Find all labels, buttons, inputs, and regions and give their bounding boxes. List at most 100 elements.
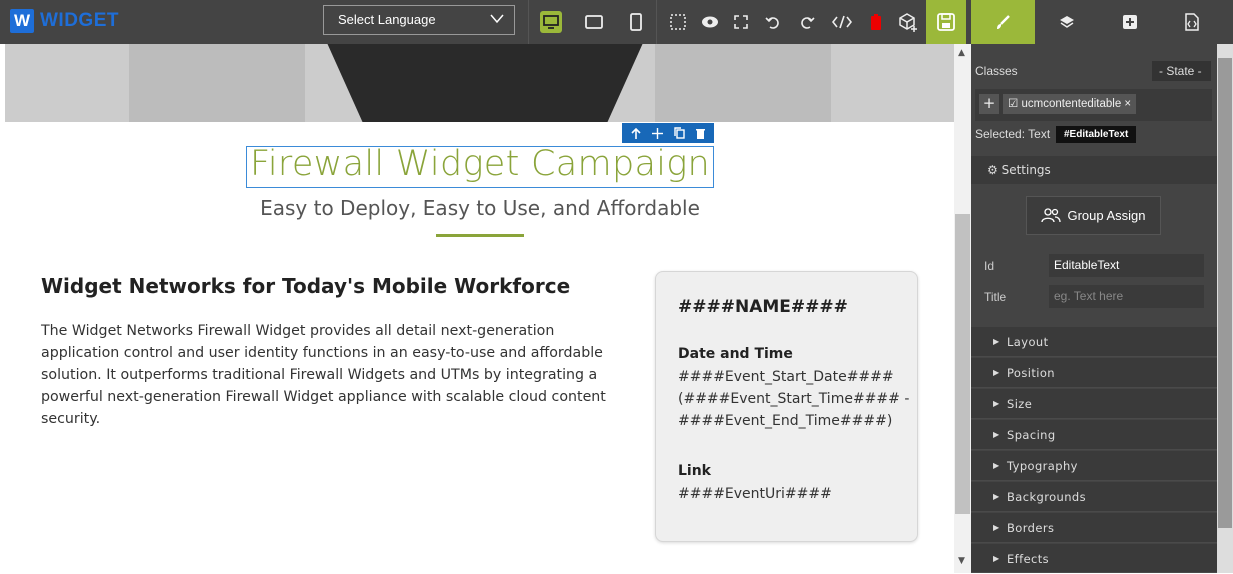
save-button[interactable] [926, 0, 966, 44]
selected-label: Selected: Text [975, 127, 1051, 141]
toolbar-divider [656, 0, 657, 44]
id-input[interactable]: EditableText [1049, 254, 1204, 277]
settings-header[interactable]: ⚙ Settings [971, 156, 1217, 184]
state-select[interactable]: - State - [1152, 61, 1211, 81]
caret-right-icon: ▶ [993, 461, 1000, 470]
sector-backgrounds[interactable]: ▶ Backgrounds [971, 482, 1217, 512]
component-toolbar [622, 123, 714, 143]
canvas-scrollbar[interactable]: ▲ ▼ [954, 44, 971, 573]
section-heading[interactable]: Widget Networks for Today's Mobile Workf… [41, 274, 570, 298]
title-divider [436, 234, 524, 237]
chevron-down-icon [490, 14, 504, 24]
logo-wordmark: WIDGET [40, 10, 119, 31]
caret-right-icon: ▶ [993, 554, 1000, 563]
campaign-subtitle[interactable]: Easy to Deploy, Easy to Use, and Afforda… [180, 196, 780, 220]
import-button[interactable] [894, 0, 922, 44]
undo-button[interactable] [760, 0, 786, 44]
caret-right-icon: ▶ [993, 492, 1000, 501]
hero-image-band [655, 44, 831, 122]
tab-style-manager[interactable] [971, 0, 1035, 44]
scroll-up-icon[interactable]: ▲ [958, 48, 965, 58]
event-uri[interactable]: ####EventUri#### [678, 483, 832, 505]
caret-right-icon: ▶ [993, 337, 1000, 346]
trash-icon [871, 14, 881, 30]
group-assign-label: Group Assign [1067, 208, 1146, 223]
classes-label: Classes [975, 64, 1018, 78]
caret-right-icon: ▶ [993, 430, 1000, 439]
tab-trait-settings[interactable] [1161, 0, 1223, 44]
sector-size[interactable]: ▶ Size [971, 389, 1217, 419]
event-name[interactable]: ####NAME#### [678, 297, 848, 317]
language-select-value: Select Language [338, 12, 436, 27]
tablet-icon [585, 15, 603, 29]
add-class-button[interactable]: + [979, 94, 999, 114]
redo-icon [801, 17, 815, 29]
clone-icon[interactable] [674, 124, 685, 143]
outline-icon [670, 14, 686, 30]
selected-id-badge[interactable]: #EditableText [1056, 126, 1137, 143]
campaign-title[interactable]: Firewall Widget Campaign [246, 144, 714, 184]
title-input[interactable]: eg. Text here [1049, 285, 1204, 308]
hero-image[interactable] [5, 44, 955, 122]
sector-layout[interactable]: ▶ Layout [971, 327, 1217, 357]
outline-toggle-button[interactable] [664, 0, 692, 44]
delete-icon[interactable] [695, 124, 705, 143]
id-label: Id [984, 259, 995, 273]
sector-label: Borders [1007, 521, 1055, 535]
preview-icon [702, 16, 718, 28]
date-time-label: Date and Time [678, 346, 793, 362]
hero-image-band [129, 44, 305, 122]
preview-button[interactable] [696, 0, 724, 44]
sector-label: Spacing [1007, 428, 1056, 442]
device-mobile-button[interactable] [622, 0, 650, 44]
sector-label: Size [1007, 397, 1033, 411]
sector-label: Layout [1007, 335, 1049, 349]
import-icon [899, 13, 917, 32]
device-desktop-button[interactable] [536, 0, 566, 44]
event-card[interactable]: ####NAME#### Date and Time ####Event_Sta… [655, 271, 918, 542]
sector-position[interactable]: ▶ Position [971, 358, 1217, 388]
tab-blocks[interactable] [1099, 0, 1161, 44]
device-tablet-button[interactable] [580, 0, 608, 44]
sector-label: Position [1007, 366, 1055, 380]
app-logo: W WIDGET [10, 9, 119, 33]
clear-canvas-button[interactable] [864, 0, 888, 44]
hero-person-figure [327, 44, 643, 122]
class-tags-row: + ☑ ucmcontenteditable × [975, 89, 1212, 121]
group-assign-button[interactable]: Group Assign [1026, 196, 1161, 235]
section-paragraph[interactable]: The Widget Networks Firewall Widget prov… [41, 320, 631, 430]
panel-scrollbar[interactable] [1217, 44, 1233, 573]
logo-mark: W [10, 9, 34, 33]
caret-right-icon: ▶ [993, 523, 1000, 532]
group-icon [1041, 207, 1062, 222]
sector-borders[interactable]: ▶ Borders [971, 513, 1217, 543]
sector-label: Typography [1007, 459, 1078, 473]
redo-button[interactable] [794, 0, 820, 44]
fullscreen-button[interactable] [728, 0, 754, 44]
title-label: Title [984, 290, 1007, 304]
save-icon [937, 13, 955, 31]
sector-label: Backgrounds [1007, 490, 1086, 504]
undo-icon [765, 17, 779, 29]
scroll-down-icon[interactable]: ▼ [958, 556, 965, 566]
fullscreen-icon [734, 15, 748, 29]
tab-layer-manager[interactable] [1035, 0, 1099, 44]
select-parent-icon[interactable] [631, 124, 641, 143]
move-icon[interactable] [652, 124, 664, 143]
canvas-scrollbar-thumb[interactable] [955, 214, 970, 514]
view-code-button[interactable] [828, 0, 856, 44]
sector-typography[interactable]: ▶ Typography [971, 451, 1217, 481]
desktop-icon [540, 11, 562, 33]
link-label: Link [678, 463, 711, 479]
sector-effects[interactable]: ▶ Effects [971, 544, 1217, 573]
toolbar-divider [528, 0, 529, 44]
event-end-time: ####Event_End_Time####) [678, 413, 893, 429]
blocks-icon [1123, 15, 1137, 29]
panel-scrollbar-thumb[interactable] [1218, 58, 1232, 528]
sector-spacing[interactable]: ▶ Spacing [971, 420, 1217, 450]
caret-right-icon: ▶ [993, 399, 1000, 408]
sector-label: Effects [1007, 552, 1050, 566]
paintbrush-icon [997, 15, 1010, 29]
language-select[interactable]: Select Language [323, 5, 515, 35]
class-tag[interactable]: ☑ ucmcontenteditable × [1003, 94, 1137, 114]
